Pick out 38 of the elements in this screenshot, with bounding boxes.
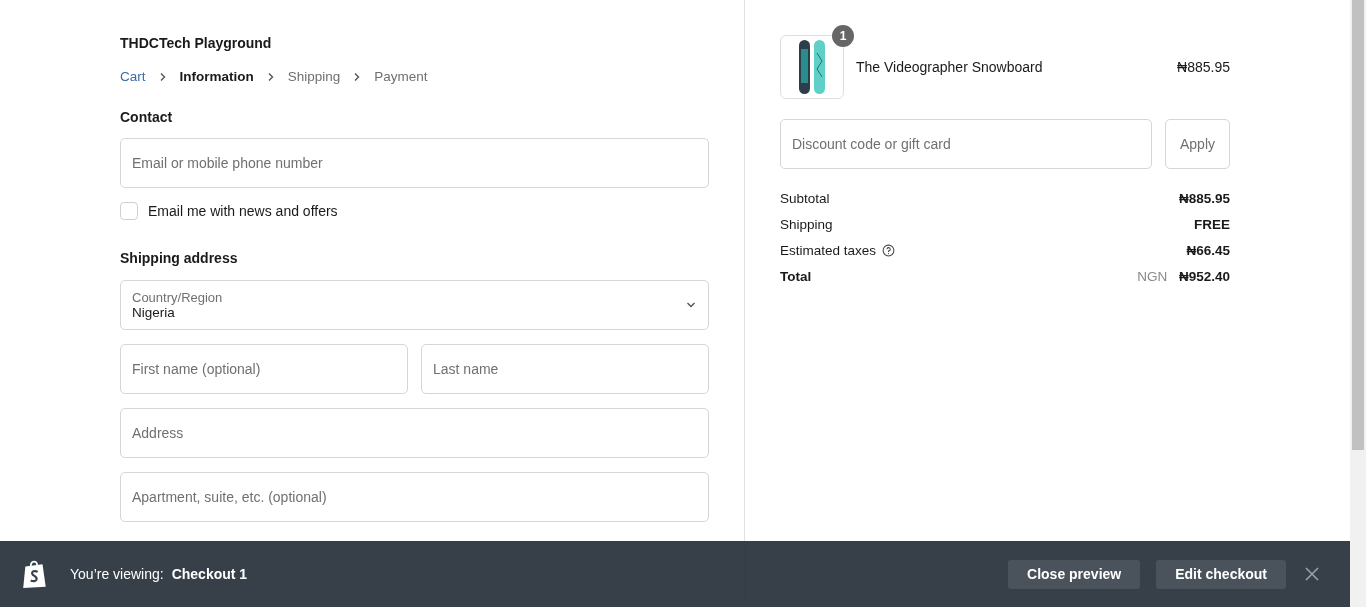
email-field[interactable]: Email or mobile phone number <box>120 138 709 188</box>
breadcrumb-step: Payment <box>374 69 428 84</box>
store-name: THDCTech Playground <box>120 35 273 52</box>
summary-value: FREE <box>1194 216 1230 232</box>
preview-button[interactable]: Edit checkout <box>1156 559 1286 589</box>
preview-label: You’re viewing: <box>70 566 164 582</box>
help-icon[interactable] <box>882 243 896 257</box>
breadcrumb-step: Shipping <box>287 69 341 84</box>
discount-field[interactable]: Discount code or gift card <box>780 119 1152 169</box>
breadcrumb-link[interactable]: Cart <box>120 69 146 84</box>
preview-button[interactable]: Close preview <box>1008 559 1141 589</box>
text-field[interactable]: Last name <box>421 344 709 394</box>
summary-value: ₦66.45 <box>1186 242 1230 258</box>
currency-code: NGN <box>1137 268 1168 284</box>
product-price: ₦885.95 <box>1177 59 1230 75</box>
checkout-name: Checkout 1 <box>171 566 248 582</box>
summary-value: ₦952.40 <box>1178 268 1230 284</box>
summary-label: Subtotal <box>780 190 830 206</box>
quantity-badge: 1 <box>832 25 854 47</box>
section-heading: Contact <box>120 109 174 125</box>
summary-label: Total <box>780 268 812 284</box>
shopping-bag-icon <box>22 559 48 589</box>
summary-value: ₦885.95 <box>1178 190 1230 206</box>
product-name: The Videographer Snowboard <box>856 59 1044 75</box>
summary-label: Shipping <box>780 216 833 232</box>
snowboard-drawing <box>797 39 827 95</box>
apply-button[interactable]: Apply <box>1165 119 1230 169</box>
breadcrumb-current: Information <box>179 69 254 84</box>
text-field[interactable]: First name (optional) <box>120 344 408 394</box>
summary-label: Estimated taxes <box>780 242 877 258</box>
text-field[interactable]: Address <box>120 408 709 458</box>
scrollbar[interactable] <box>1350 0 1366 607</box>
close-icon[interactable] <box>1304 566 1320 582</box>
select-field[interactable]: Country/Region Nigeria <box>120 280 709 330</box>
checkbox[interactable] <box>120 202 138 220</box>
section-heading: Shipping address <box>120 250 239 266</box>
checkbox-label: Email me with news and offers <box>148 203 338 219</box>
text-field[interactable]: Apartment, suite, etc. (optional) <box>120 472 709 522</box>
